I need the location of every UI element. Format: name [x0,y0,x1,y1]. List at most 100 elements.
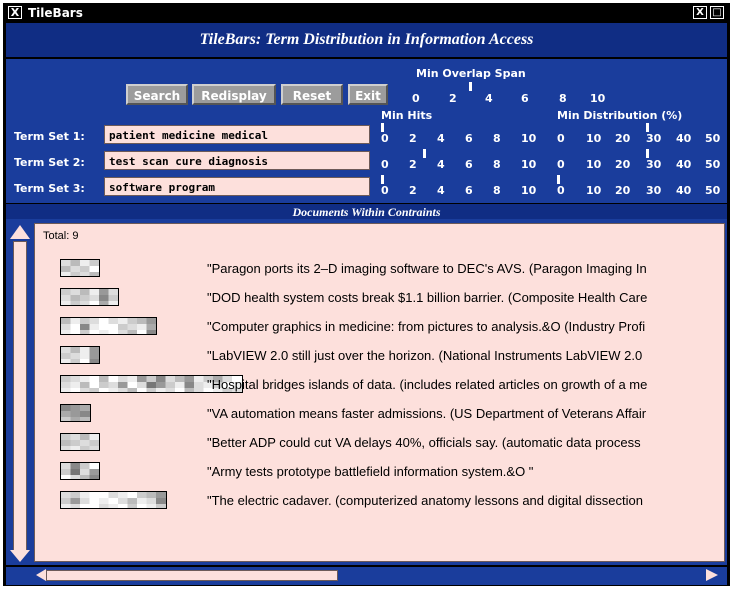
tilebar-cell [89,388,100,392]
tilebar-cell [89,498,100,504]
tilebar-cell [61,411,71,417]
min-distribution-slider-thumb[interactable] [645,149,649,158]
window-titlebar[interactable]: X TileBars X □ [4,4,729,22]
overlap-tick: 2 [449,92,457,105]
document-title[interactable]: "Computer graphics in medicine: from pic… [207,319,722,334]
tilebar-cell [89,504,100,508]
tilebar-cell [80,498,90,504]
min-distribution-tick: 30 [646,184,662,197]
list-item[interactable]: "Better ADP could cut VA delays 40%, off… [35,431,724,455]
tilebar-cell [137,324,147,330]
term-set-2-input[interactable]: test scan cure diagnosis [104,151,370,170]
tilebar-cell [127,318,138,324]
tilebar-cell [184,382,195,388]
min-hits-tick: 6 [465,132,473,145]
term-set-3-input[interactable]: software program [104,177,370,196]
tilebar-cell [70,382,81,388]
scroll-left-icon[interactable] [36,569,46,581]
tilebar-cell [175,388,185,392]
list-item[interactable]: "Army tests prototype battlefield inform… [35,460,724,484]
min-distribution-tick: 20 [615,132,631,145]
list-item[interactable]: "LabVIEW 2.0 still just over the horizon… [35,344,724,368]
tilebar-cell [89,266,99,272]
tilebar-cell [80,272,90,276]
tilebar-cell [137,330,147,334]
tilebar-cell [175,376,185,382]
term-set-3-label: Term Set 3: [14,182,85,195]
document-title[interactable]: "LabVIEW 2.0 still just over the horizon… [207,348,722,363]
min-distribution-tick: 0 [557,132,565,145]
tilebar-cell [146,330,156,334]
tilebar-cell [156,376,166,382]
min-distribution-tick: 30 [646,158,662,171]
tilebar-cell [80,330,90,334]
min-hits-slider-thumb[interactable] [381,123,384,132]
tilebar-cell [80,440,90,446]
document-title[interactable]: "Better ADP could cut VA delays 40%, off… [207,435,722,450]
close-icon[interactable]: X [693,6,707,19]
min-distribution-slider-thumb[interactable] [645,123,649,132]
tilebar-cell [118,492,128,498]
vertical-scroll-track[interactable] [13,241,27,553]
window-menu-icon[interactable]: X [8,6,22,19]
tilebar-cell [80,260,90,266]
tilebar-cell [70,324,81,330]
tilebar-cell [108,295,118,301]
overlap-tick: 4 [485,92,493,105]
scroll-right-icon[interactable] [706,569,718,581]
list-item[interactable]: "Hospital bridges islands of data. (incl… [35,373,724,397]
document-title[interactable]: "The electric cadaver. (computerized ana… [207,493,722,508]
tilebar-cell [89,359,99,363]
document-list[interactable]: Total: 9 "Paragon ports its 2–D imaging … [34,223,725,562]
min-hits-slider-thumb[interactable] [423,149,426,158]
tilebar-cell [118,324,128,330]
tilebar-cell [99,504,109,508]
term-set-1-label: Term Set 1: [14,130,85,143]
min-distribution-tick: 50 [705,184,721,197]
document-title[interactable]: "Army tests prototype battlefield inform… [207,464,722,479]
tilebar-cell [80,301,90,305]
maximize-icon[interactable]: □ [710,6,724,19]
tilebar-cell [70,498,81,504]
list-item[interactable]: "VA automation means faster admissions. … [35,402,724,426]
horizontal-scroll-thumb[interactable] [46,570,338,581]
document-title[interactable]: "VA automation means faster admissions. … [207,406,722,421]
results-panel: Total: 9 "Paragon ports its 2–D imaging … [6,219,727,565]
tilebar-cell [108,324,119,330]
list-item[interactable]: "Computer graphics in medicine: from pic… [35,315,724,339]
list-item[interactable]: "Paragon ports its 2–D imaging software … [35,257,724,281]
exit-button[interactable]: Exit [348,84,388,105]
tilebar-cell [108,289,118,295]
list-item[interactable]: "The electric cadaver. (computerized ana… [35,489,724,513]
min-hits-tick: 6 [465,184,473,197]
tilebar-cell [61,492,71,498]
min-hits-slider-thumb[interactable] [381,175,384,184]
tilebar-cell [127,498,138,504]
tilebar-cell [89,295,100,301]
tilebar-cell [70,469,81,475]
tilebar-cell [127,504,138,508]
horizontal-scrollbar[interactable] [6,567,727,585]
vertical-scrollbar[interactable] [8,223,32,563]
redisplay-button[interactable]: Redisplay [192,84,276,105]
overlap-tick: 0 [412,92,420,105]
tilebar-cell [89,446,99,450]
scroll-up-icon[interactable] [10,225,30,239]
search-button[interactable]: Search [126,84,188,105]
min-distribution-tick: 0 [557,158,565,171]
min-hits-tick: 8 [493,132,501,145]
tilebar-cell [70,463,81,469]
reset-button[interactable]: Reset [281,84,343,105]
document-title[interactable]: "Hospital bridges islands of data. (incl… [207,377,722,392]
overlap-tick: 8 [559,92,567,105]
list-item[interactable]: "DOD health system costs break $1.1 bill… [35,286,724,310]
min-overlap-span-slider-thumb[interactable] [469,82,472,91]
term-set-1-input[interactable]: patient medicine medical [104,125,370,144]
document-title[interactable]: "DOD health system costs break $1.1 bill… [207,290,722,305]
min-distribution-slider-thumb[interactable] [557,175,560,184]
scroll-down-icon[interactable] [10,550,30,562]
min-hits-tick: 4 [437,184,445,197]
tilebar-cell [146,318,156,324]
document-title[interactable]: "Paragon ports its 2–D imaging software … [207,261,722,276]
tilebar-cell [137,504,147,508]
